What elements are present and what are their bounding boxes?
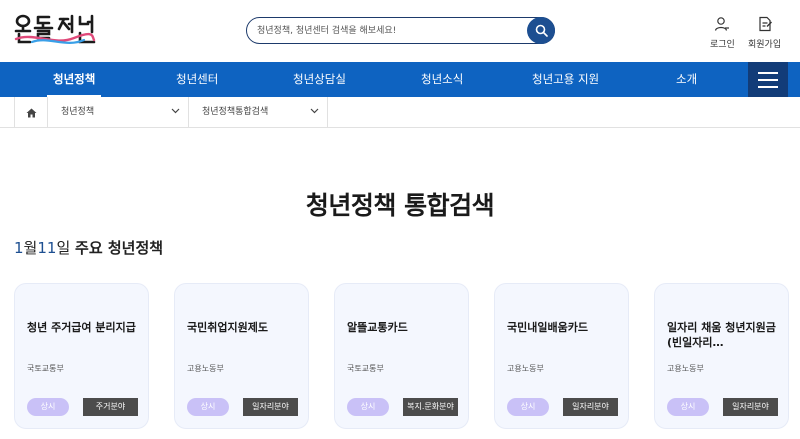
period-tag: 상시	[507, 398, 549, 416]
nav-item-employment[interactable]: 청년고용 지원	[532, 62, 599, 97]
policy-org: 국토교통부	[27, 364, 64, 373]
nav-item-news[interactable]: 청년소식	[421, 62, 463, 97]
date-month: 1	[14, 239, 24, 257]
main-nav: 청년정책 청년센터 청년상담실 청년소식 청년고용 지원 소개	[0, 62, 800, 97]
nav-item-counseling[interactable]: 청년상담실	[293, 62, 346, 97]
page-title: 청년정책 통합검색	[305, 191, 495, 220]
category-tag: 주거분야	[83, 398, 138, 416]
breadcrumb-level1-label: 청년정책	[61, 107, 95, 117]
search-icon	[535, 24, 548, 37]
policy-card[interactable]: 알뜰교통카드 국토교통부 상시 복지.문화분야	[334, 283, 469, 429]
category-tag: 복지.문화분야	[403, 398, 458, 416]
date-day: 11	[37, 239, 57, 257]
join-button[interactable]: 회원가입	[748, 16, 781, 50]
policy-title: 국민취업지원제도	[187, 321, 268, 334]
breadcrumb-level2-label: 청년정책통합검색	[202, 107, 269, 117]
breadcrumb: 청년정책 청년정책통합검색	[0, 97, 800, 128]
search-button[interactable]	[527, 16, 555, 44]
period-tag: 상시	[667, 398, 709, 416]
policy-org: 고용노동부	[187, 364, 224, 373]
breadcrumb-level2-select[interactable]: 청년정책통합검색	[189, 97, 328, 128]
category-tag: 일자리분야	[723, 398, 778, 416]
chevron-down-icon	[310, 108, 319, 114]
category-tag: 일자리분야	[243, 398, 298, 416]
home-button[interactable]	[14, 97, 48, 128]
sign-up-icon	[758, 16, 772, 32]
period-tag: 상시	[27, 398, 69, 416]
breadcrumb-level1-select[interactable]: 청년정책	[48, 97, 189, 128]
site-logo[interactable]	[14, 12, 96, 48]
category-tag: 일자리분야	[563, 398, 618, 416]
search-box	[246, 16, 555, 44]
chevron-down-icon	[171, 108, 180, 114]
nav-item-policy[interactable]: 청년정책	[46, 62, 102, 97]
user-icon	[715, 17, 730, 31]
nav-item-center[interactable]: 청년센터	[176, 62, 218, 97]
policy-card[interactable]: 청년 주거급여 분리지급 국토교통부 상시 주거분야	[14, 283, 149, 429]
login-button[interactable]: 로그인	[710, 16, 735, 50]
policy-title: 일자리 채움 청년지원금(빈일자리…	[667, 321, 776, 349]
policy-org: 고용노동부	[667, 364, 704, 373]
policy-org: 고용노동부	[507, 364, 544, 373]
policy-title: 알뜰교통카드	[347, 321, 408, 334]
home-icon	[26, 108, 36, 117]
policy-org: 국토교통부	[347, 364, 384, 373]
login-label: 로그인	[710, 40, 735, 50]
join-label: 회원가입	[748, 40, 782, 50]
nav-item-about[interactable]: 소개	[676, 62, 697, 97]
hamburger-menu-icon[interactable]	[748, 62, 788, 97]
featured-title: 주요 청년정책	[75, 239, 164, 257]
site-header: 로그인 회원가입	[0, 0, 800, 62]
date-month-suffix: 월	[23, 239, 38, 257]
policy-title: 국민내일배움카드	[507, 321, 588, 334]
policy-card[interactable]: 일자리 채움 청년지원금(빈일자리… 고용노동부 상시 일자리분야	[654, 283, 789, 429]
period-tag: 상시	[187, 398, 229, 416]
policy-card[interactable]: 국민내일배움카드 고용노동부 상시 일자리분야	[494, 283, 629, 429]
search-input[interactable]	[257, 22, 517, 39]
period-tag: 상시	[347, 398, 389, 416]
date-day-suffix: 일	[56, 239, 71, 257]
policy-card[interactable]: 국민취업지원제도 고용노동부 상시 일자리분야	[174, 283, 309, 429]
policy-title: 청년 주거급여 분리지급	[27, 321, 136, 334]
featured-heading: 1월11일 주요 청년정책	[14, 237, 163, 258]
